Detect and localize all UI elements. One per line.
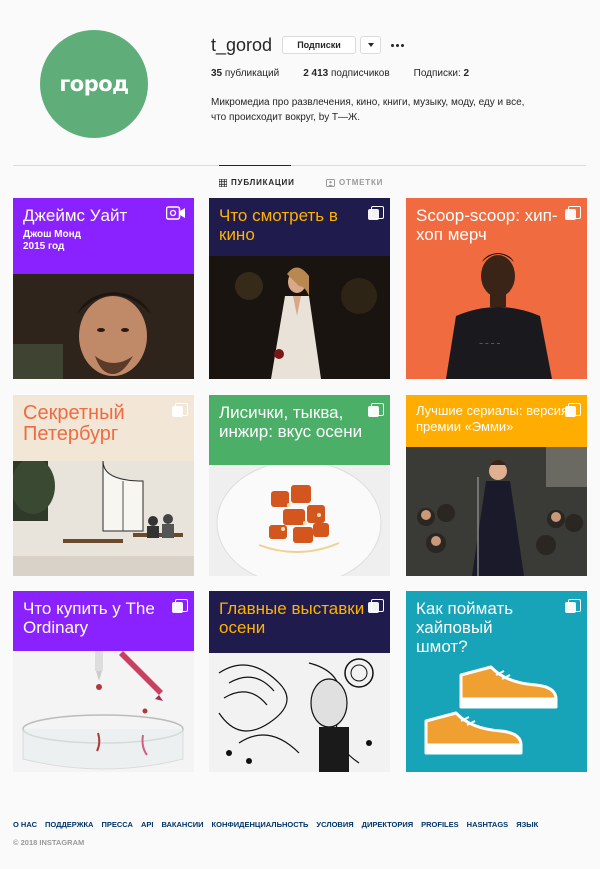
footer-nav: О НАС ПОДДЕРЖКА ПРЕССА API ВАКАНСИИ КОНФ… — [13, 820, 546, 829]
carousel-icon — [172, 403, 188, 417]
footer-link-api[interactable]: API — [141, 820, 154, 829]
post-title: Scoop-scoop: хип-хоп мерч — [416, 206, 558, 244]
post-image — [209, 653, 390, 772]
followers-count[interactable]: 2 413 подписчиков — [303, 68, 389, 79]
post-title: Как поймать хайповый шмот? — [416, 599, 514, 656]
post-tile[interactable]: Главные выставки осени — [209, 591, 390, 772]
tab-tagged[interactable]: ОТМЕТКИ — [326, 178, 383, 187]
profile-username: t_gorod — [211, 35, 273, 55]
post-title: Что смотреть в кино — [219, 206, 338, 244]
avatar-logo-text: город — [59, 72, 129, 96]
post-tile[interactable]: ~ ~ ~ ~ Scoop-scoop: хип-хоп мерч — [406, 198, 587, 379]
footer-link-press[interactable]: ПРЕССА — [101, 820, 132, 829]
footer-link-about[interactable]: О НАС — [13, 820, 37, 829]
post-image — [13, 274, 194, 379]
post-title: Главные выставки осени — [219, 599, 365, 637]
posts-count-value: 35 — [211, 68, 223, 79]
profile-stats: 35 публикаций 2 413 подписчиков Подписки… — [211, 68, 493, 79]
carousel-icon — [565, 206, 581, 220]
post-caption-band: Лисички, тыква, инжир: вкус осени — [209, 395, 390, 465]
carousel-icon — [565, 403, 581, 417]
post-caption-band: Лучшие сериалы: версия премии «Эмми» — [406, 395, 587, 447]
carousel-icon — [172, 599, 188, 613]
post-image — [209, 460, 390, 576]
footer-link-terms[interactable]: УСЛОВИЯ — [316, 820, 353, 829]
post-tile[interactable]: Лисички, тыква, инжир: вкус осени — [209, 395, 390, 576]
tab-tagged-label: ОТМЕТКИ — [339, 178, 384, 187]
post-tile[interactable]: Что смотреть в кино — [209, 198, 390, 379]
post-image — [13, 458, 194, 576]
footer-link-jobs[interactable]: ВАКАНСИИ — [161, 820, 203, 829]
footer-link-profiles[interactable]: PROFILES — [421, 820, 459, 829]
tag-person-icon — [326, 178, 335, 187]
following-count-value: 2 — [463, 68, 470, 79]
active-tab-indicator — [219, 165, 291, 166]
following-button[interactable]: Подписки — [282, 36, 356, 54]
carousel-icon — [368, 599, 384, 613]
food-plate-illustration — [209, 460, 390, 576]
followers-count-label: подписчиков — [331, 68, 390, 79]
post-tile[interactable]: Секретный Петербург — [13, 395, 194, 576]
footer-link-directory[interactable]: ДИРЕКТОРИЯ — [362, 820, 414, 829]
profile-bio: Микромедиа про развлечения, кино, книги,… — [211, 97, 525, 123]
tabs-divider — [13, 165, 586, 166]
tab-posts[interactable]: ПУБЛИКАЦИИ — [219, 178, 295, 187]
dot-icon — [395, 43, 399, 47]
post-image — [13, 651, 194, 772]
post-title: Лисички, тыква, инжир: вкус осени — [219, 403, 363, 441]
post-title: Лучшие сериалы: версия премии «Эмми» — [416, 403, 569, 434]
portrait-man-illustration — [13, 274, 194, 379]
cafe-interior-illustration — [13, 458, 194, 576]
post-title: Что купить у The Ordinary — [23, 599, 155, 637]
posts-count: 35 публикаций — [211, 68, 279, 79]
following-count-label: Подписки: — [413, 68, 461, 79]
post-caption-band: Главные выставки осени — [209, 591, 390, 653]
dot-icon — [390, 43, 394, 47]
footer-link-hashtags[interactable]: HASHTAGS — [467, 820, 509, 829]
post-title: Джеймс Уайт — [23, 206, 128, 225]
actress-dress-illustration — [209, 256, 390, 379]
post-caption-band: Секретный Петербург — [13, 395, 194, 461]
carousel-icon — [368, 206, 384, 220]
post-caption-band: Scoop-scoop: хип-хоп мерч — [406, 198, 587, 256]
suggestions-dropdown-button[interactable] — [360, 36, 381, 54]
carousel-icon — [368, 403, 384, 417]
post-caption-band: Что смотреть в кино — [209, 198, 390, 256]
post-tile[interactable]: Как поймать хайповый шмот? — [406, 591, 587, 772]
dropper-glass-illustration — [13, 651, 194, 772]
profile-avatar[interactable]: город — [40, 30, 148, 138]
post-tile[interactable]: Джеймс Уайт Джош Монд 2015 год — [13, 198, 194, 379]
footer-link-support[interactable]: ПОДДЕРЖКА — [45, 820, 94, 829]
posts-count-label: публикаций — [224, 68, 280, 79]
stage-singer-illustration — [406, 447, 587, 576]
svg-text:~ ~ ~ ~: ~ ~ ~ ~ — [479, 341, 501, 347]
post-image — [209, 256, 390, 379]
post-title: Секретный Петербург — [23, 402, 125, 445]
grid-icon — [219, 178, 227, 187]
post-image — [406, 447, 587, 576]
followers-count-value: 2 413 — [303, 68, 329, 79]
post-subtitle: Джош Монд 2015 год — [23, 229, 82, 252]
video-icon — [166, 206, 185, 220]
footer-link-privacy[interactable]: КОНФИДЕНЦИАЛЬНОСТЬ — [212, 820, 309, 829]
chevron-down-icon — [367, 43, 374, 47]
carousel-icon — [565, 599, 581, 613]
tab-posts-label: ПУБЛИКАЦИИ — [231, 178, 295, 187]
footer-link-language[interactable]: ЯЗЫК — [516, 820, 538, 829]
post-caption-band: Что купить у The Ordinary — [13, 591, 194, 651]
engraving-illustration — [209, 653, 390, 772]
copyright-text: © 2018 INSTAGRAM — [13, 838, 85, 847]
post-caption-band: Как поймать хайповый шмот? — [406, 591, 587, 671]
post-tile[interactable]: Лучшие сериалы: версия премии «Эмми» — [406, 395, 587, 576]
dot-icon — [400, 43, 404, 47]
more-options-button[interactable] — [388, 36, 406, 54]
following-count[interactable]: Подписки: 2 — [414, 68, 469, 79]
post-tile[interactable]: Что купить у The Ordinary — [13, 591, 194, 772]
